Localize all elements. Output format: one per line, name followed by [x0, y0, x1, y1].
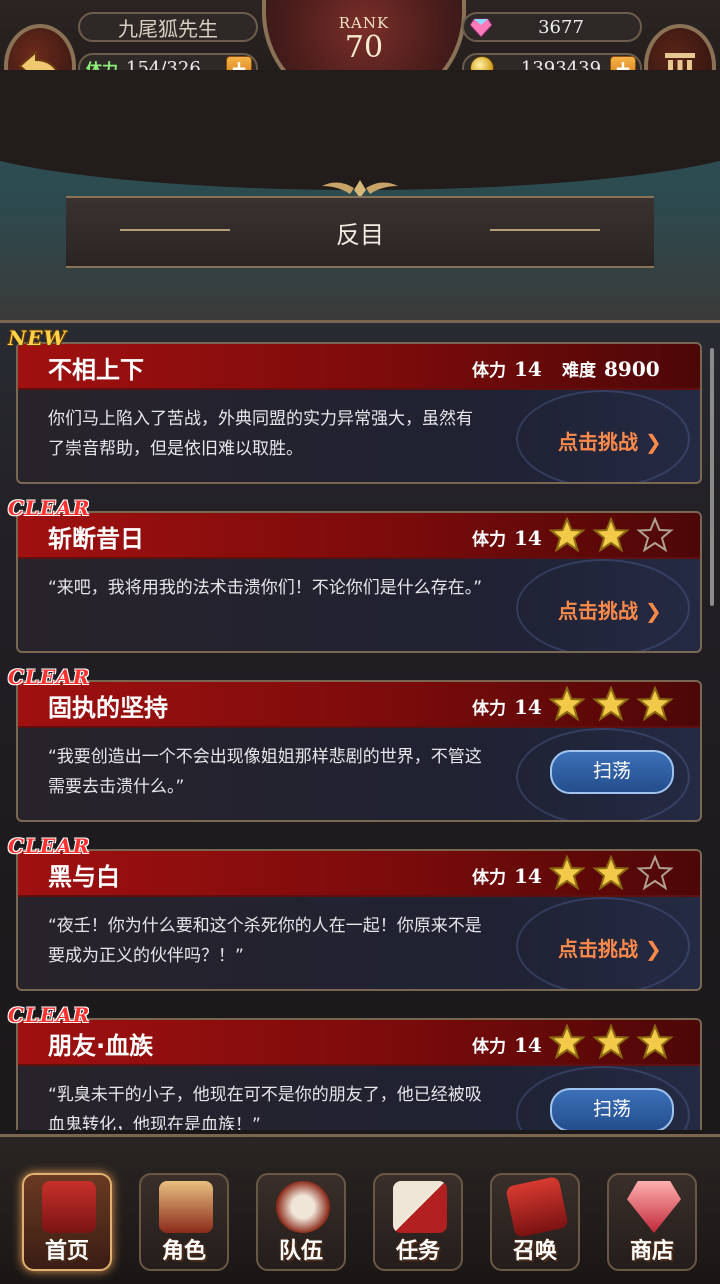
sweep-button[interactable]: 扫荡	[550, 1088, 674, 1130]
stage-header: 斩断昔日 体力 14	[18, 513, 700, 559]
new-tag: NEW	[8, 326, 67, 350]
stage-card[interactable]: 不相上下 体力 14 难度 8900 你们马上陷入了苦战，外典同盟的实力异常强大，虽…	[16, 342, 702, 484]
challenge-button[interactable]: 点击挑战 ❯	[558, 933, 662, 962]
scrollbar[interactable]	[710, 348, 714, 606]
quest-icon	[393, 1181, 447, 1233]
star-filled-icon	[548, 517, 586, 553]
star-rating	[548, 517, 674, 553]
star-filled-icon	[592, 1024, 630, 1060]
sweep-button[interactable]: 扫荡	[550, 750, 674, 794]
clear-tag: CLEAR	[8, 496, 91, 520]
stage-header: 固执的坚持 体力 14	[18, 682, 700, 728]
banner-divider-right	[490, 229, 600, 231]
star-filled-icon	[592, 855, 630, 891]
team-icon	[276, 1181, 330, 1233]
nav-summon[interactable]: 召唤	[490, 1173, 580, 1271]
character-icon	[159, 1181, 213, 1233]
stage-description: “来吧，我将用我的法术击溃你们！不论你们是什么存在。”	[48, 578, 483, 598]
nav-home[interactable]: 首页	[22, 1173, 112, 1271]
stage-description: 你们马上陷入了苦战，外典同盟的实力异常强大，虽然有了崇音帮助，但是依旧难以取胜。	[48, 409, 473, 459]
stage-name: 黑与白	[48, 863, 120, 891]
clear-tag: CLEAR	[8, 665, 91, 689]
stage-stamina: 体力 14	[472, 864, 542, 888]
stage-description: “我要创造出一个不会出现像姐姐那样悲剧的世界，不管这需要去击溃什么。”	[48, 747, 482, 797]
nav-character[interactable]: 角色	[139, 1173, 229, 1271]
nav-shop[interactable]: 商店	[607, 1173, 697, 1271]
chapter-banner: 反目	[66, 196, 654, 268]
clear-tag: CLEAR	[8, 1003, 91, 1027]
star-empty-icon	[636, 517, 674, 553]
stage-stamina: 体力 14	[472, 1033, 542, 1057]
nav-quest[interactable]: 任务	[373, 1173, 463, 1271]
home-icon	[42, 1181, 96, 1233]
star-rating	[548, 1024, 674, 1060]
star-filled-icon	[636, 1024, 674, 1060]
rank-value: 70	[344, 30, 384, 65]
stage-stamina: 体力 14	[472, 357, 542, 381]
banner-divider-left	[120, 229, 230, 231]
clear-tag: CLEAR	[8, 834, 91, 858]
challenge-button[interactable]: 点击挑战 ❯	[558, 426, 662, 455]
nav-label: 队伍	[278, 1239, 323, 1264]
stage-list[interactable]: 不相上下 体力 14 难度 8900 你们马上陷入了苦战，外典同盟的实力异常强大，虽…	[0, 320, 720, 1130]
star-filled-icon	[548, 1024, 586, 1060]
nav-label: 召唤	[512, 1239, 557, 1264]
star-rating	[548, 686, 674, 722]
nav-label: 商店	[629, 1239, 674, 1264]
shop-icon	[627, 1181, 681, 1233]
stage-card[interactable]: 朋友·血族 体力 14 “乳臭未干的小子，他现在可不是你的朋友了，他已经被吸血鬼转…	[16, 1018, 702, 1130]
star-empty-icon	[636, 855, 674, 891]
stage-name: 固执的坚持	[48, 694, 168, 722]
stage-name: 朋友·血族	[48, 1032, 154, 1060]
stage-description: “夜壬！你为什么要和这个杀死你的人在一起！你原来不是要成为正义的伙伴吗？！”	[48, 916, 482, 966]
summon-icon	[505, 1175, 569, 1239]
stage-card[interactable]: 固执的坚持 体力 14 “我要创造出一个不会出现像姐姐那样悲剧的世界，不管这需要去…	[16, 680, 702, 822]
star-filled-icon	[592, 686, 630, 722]
nav-label: 首页	[44, 1239, 89, 1264]
stage-name: 不相上下	[48, 356, 144, 384]
stage-name: 斩断昔日	[48, 525, 144, 553]
nav-label: 角色	[161, 1239, 206, 1264]
chapter-title: 反目	[336, 220, 384, 249]
stage-header: 朋友·血族 体力 14	[18, 1020, 700, 1066]
star-filled-icon	[548, 686, 586, 722]
player-name: 九尾狐先生	[78, 12, 258, 42]
nav-label: 任务	[395, 1239, 440, 1264]
gem-count: 3677	[538, 16, 584, 38]
star-filled-icon	[636, 686, 674, 722]
stage-stamina: 体力 14	[472, 695, 542, 719]
stage-difficulty: 难度 8900	[562, 357, 660, 381]
challenge-button[interactable]: 点击挑战 ❯	[558, 595, 662, 624]
stage-card[interactable]: 斩断昔日 体力 14 “来吧，我将用我的法术击溃你们！不论你们是什么存在。” 点击…	[16, 511, 702, 653]
nav-team[interactable]: 队伍	[256, 1173, 346, 1271]
star-filled-icon	[592, 517, 630, 553]
gem-icon	[470, 18, 492, 37]
stage-card[interactable]: 黑与白 体力 14 “夜壬！你为什么要和这个杀死你的人在一起！你原来不是要成为正义…	[16, 849, 702, 991]
gem-display: 3677	[462, 12, 642, 42]
stage-header: 不相上下 体力 14 难度 8900	[18, 344, 700, 390]
bottom-nav: 首页 角色 队伍 任务 召唤 商店	[0, 1134, 720, 1284]
stage-header: 黑与白 体力 14	[18, 851, 700, 897]
star-rating	[548, 855, 674, 891]
stage-stamina: 体力 14	[472, 526, 542, 550]
stage-description: “乳臭未干的小子，他现在可不是你的朋友了，他已经被吸血鬼转化，他现在是血族！”	[48, 1085, 482, 1130]
star-filled-icon	[548, 855, 586, 891]
